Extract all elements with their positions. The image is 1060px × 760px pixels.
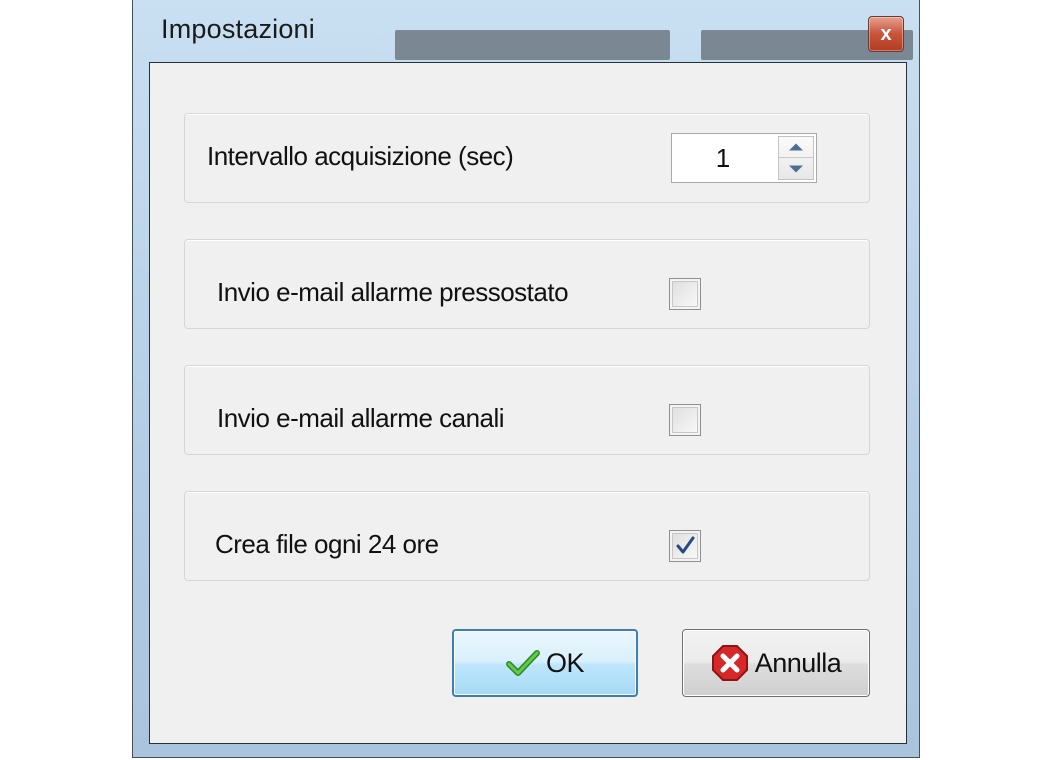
stepper-arrows (778, 136, 814, 180)
pressure-alarm-group: Invio e-mail allarme pressostato (184, 239, 870, 329)
dialog-title: Impostazioni (161, 14, 315, 44)
file-24h-group: Crea file ogni 24 ore (184, 491, 870, 581)
ok-label: OK (545, 647, 585, 678)
error-stop-icon (711, 644, 749, 682)
ok-button[interactable]: OK (452, 629, 638, 697)
interval-value[interactable]: 1 (672, 134, 774, 182)
cancel-button[interactable]: Annulla (682, 629, 870, 697)
file-24h-checkbox[interactable] (669, 530, 701, 562)
close-button[interactable]: x (868, 16, 904, 52)
stepper-down-icon[interactable] (779, 158, 813, 179)
pressure-alarm-checkbox[interactable] (669, 278, 701, 310)
checkmark-icon (670, 531, 700, 561)
channel-alarm-group: Invio e-mail allarme canali (184, 365, 870, 455)
interval-label: Intervallo acquisizione (sec) (207, 141, 514, 171)
dialog-content: Intervallo acquisizione (sec) 1 Invio e-… (149, 62, 907, 744)
pressure-alarm-label: Invio e-mail allarme pressostato (217, 277, 569, 307)
channel-alarm-checkbox[interactable] (669, 404, 701, 436)
stepper-up-icon[interactable] (779, 137, 813, 158)
interval-group: Intervallo acquisizione (sec) 1 (184, 113, 870, 203)
close-icon: x (880, 22, 892, 45)
background-window-strip (395, 30, 670, 60)
channel-alarm-label: Invio e-mail allarme canali (217, 403, 505, 433)
cancel-label: Annulla (754, 647, 842, 678)
settings-dialog: Impostazioni x Intervallo acquisizione (… (132, 0, 920, 758)
check-icon (505, 649, 540, 677)
file-24h-label: Crea file ogni 24 ore (215, 529, 439, 559)
interval-stepper[interactable]: 1 (671, 133, 817, 183)
